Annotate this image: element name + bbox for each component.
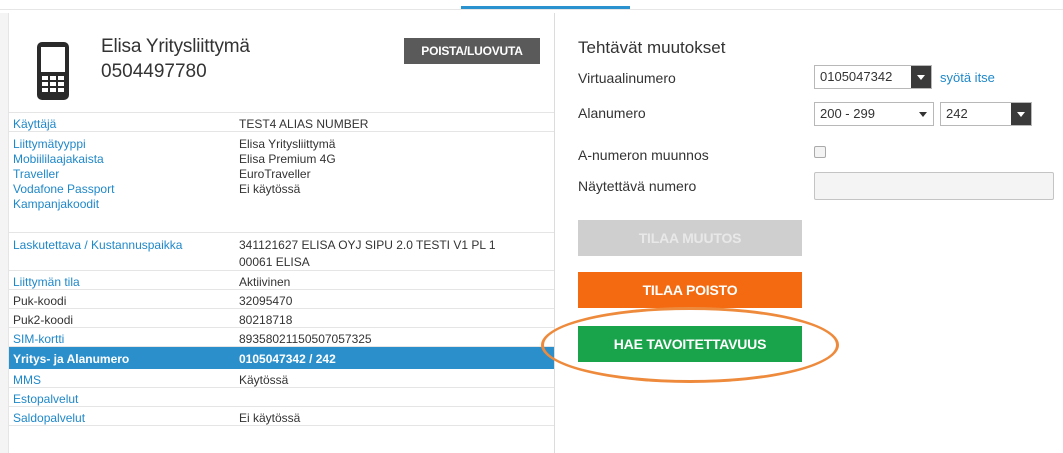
remove-transfer-button[interactable]: POISTA/LUOVUTA [404,38,540,64]
row-label-link[interactable]: Vodafone Passport [13,182,114,197]
row-label-link[interactable]: Traveller [13,167,114,182]
row-value: 80218718 [239,313,292,328]
chevron-down-icon [1011,103,1031,125]
order-change-button[interactable]: TILAA MUUTOS [578,220,802,256]
fetch-reachability-button[interactable]: HAE TAVOITETTAVUUS [578,326,802,362]
row-value-line: 341121627 ELISA OYJ SIPU 2.0 TESTI V1 PL… [239,238,496,252]
sub-number-label: Alanumero [578,105,646,121]
order-removal-button[interactable]: TILAA POISTO [578,272,802,308]
active-tab-indicator [461,6,630,9]
display-number-field[interactable] [814,172,1054,200]
sub-number-value: 242 [946,106,968,121]
subscription-name: Elisa Yritysliittymä [101,36,250,57]
row-label-text: Puk-koodi [13,294,67,308]
row-value-line: Elisa Yritysliittymä [239,137,336,151]
chevron-down-icon [911,66,931,88]
virtual-number-value: 0105047342 [820,69,893,84]
changes-panel: Tehtävät muutokset Virtuaalinumero 01050… [541,13,1063,453]
row-label: Saldopalvelut [13,411,85,426]
row-value-line: Ei käytössä [239,411,301,425]
row-value: Aktiivinen [239,275,290,290]
row-label: Käyttäjä [13,117,56,132]
row-value: Ei käytössä [239,411,300,426]
table-row[interactable]: Puk2-koodi 80218718 [9,309,554,328]
number-conversion-checkbox[interactable] [814,146,826,158]
row-value-line: EuroTraveller [239,167,311,181]
row-label-link[interactable]: Kampanjakoodit [13,197,114,212]
chevron-down-icon [919,112,927,117]
row-value-line: Käytössä [239,373,289,387]
virtual-number-label: Virtuaalinumero [578,70,676,86]
enter-manually-link[interactable]: syötä itse [940,70,995,85]
sub-number-range-select[interactable]: 200 - 299 [814,102,934,126]
row-label-text: Puk2-koodi [13,313,74,327]
row-label-link[interactable]: Mobiililaajakaista [13,152,114,167]
row-label: Liittymätyyppi Mobiililaajakaista Travelle… [13,137,114,212]
row-value-line: 89358021150507057325 [239,332,372,346]
row-label: Liittymän tila [13,275,80,290]
row-label-link[interactable]: Saldopalvelut [13,411,85,426]
row-label-link[interactable]: Liittymän tila [13,275,80,290]
row-label-link[interactable]: Käyttäjä [13,117,56,132]
row-label-link[interactable]: MMS [13,373,41,388]
table-row[interactable]: Liittymätyyppi Mobiililaajakaista Travelle… [9,132,554,233]
row-value-line: 00061 ELISA [239,255,310,269]
row-label: Puk-koodi [13,294,66,309]
changes-title: Tehtävät muutokset [578,38,726,57]
table-row[interactable]: Puk-koodi 32095470 [9,290,554,309]
row-label: Laskutettava / Kustannuspaikka [13,238,182,253]
row-value: 341121627 ELISA OYJ SIPU 2.0 TESTI V1 PL… [239,238,496,272]
row-label: SIM-kortti [13,332,64,347]
row-value: 89358021150507057325 [239,332,372,347]
row-value: TEST4 ALIAS NUMBER [239,117,368,132]
number-conversion-label: A-numeron muunnos [578,147,709,163]
table-row-selected[interactable]: Yritys- ja Alanumero 0105047342 / 242 [9,347,554,369]
details-table: Käyttäjä TEST4 ALIAS NUMBER Liittymätyyppi… [9,113,554,426]
row-label: Puk2-koodi [13,313,73,328]
row-value: 0105047342 / 242 [239,352,336,367]
row-value-line: Aktiivinen [239,275,291,289]
row-value-line: 80218718 [239,313,293,327]
row-label: MMS [13,373,41,388]
row-label: Yritys- ja Alanumero [13,352,129,367]
row-label-link[interactable]: Liittymätyyppi [13,137,114,152]
row-value-line: Elisa Premium 4G [239,152,336,166]
top-navigation-bar [0,0,1063,10]
virtual-number-select[interactable]: 0105047342 [814,65,932,89]
table-row[interactable]: Estopalvelut [9,388,554,407]
row-label: Estopalvelut [13,392,78,407]
subscription-card: Elisa Yritysliittymä 0504497780 POISTA/L… [8,13,554,453]
sub-number-range-value: 200 - 299 [820,106,875,121]
row-label-link[interactable]: SIM-kortti [13,332,64,347]
row-value: Käytössä [239,373,288,388]
row-label-link[interactable]: Estopalvelut [13,392,78,407]
row-value-line: TEST4 ALIAS NUMBER [239,117,369,131]
table-row[interactable]: Laskutettava / Kustannuspaikka 341121627 … [9,233,554,272]
subscription-header: Elisa Yritysliittymä 0504497780 POISTA/L… [9,13,554,113]
display-number-label: Näytettävä numero [578,178,697,194]
subscription-details-panel: Elisa Yritysliittymä 0504497780 POISTA/L… [0,13,555,453]
row-value: 32095470 [239,294,292,309]
mobile-phone-icon [37,42,69,100]
row-value: Elisa Yritysliittymä Elisa Premium 4G Euro… [239,137,336,212]
table-row[interactable]: SIM-kortti 89358021150507057325 [9,328,554,347]
row-value-line [239,197,336,212]
table-row[interactable]: Liittymän tila Aktiivinen [9,271,554,290]
row-label-text: Yritys- ja Alanumero [13,352,130,366]
subscription-number: 0504497780 [101,61,207,82]
table-row[interactable]: Saldopalvelut Ei käytössä [9,407,554,426]
table-row[interactable]: Käyttäjä TEST4 ALIAS NUMBER [9,113,554,132]
table-row[interactable]: MMS Käytössä [9,369,554,388]
row-value-line: 0105047342 / 242 [239,352,336,366]
sub-number-select[interactable]: 242 [940,102,1032,126]
row-label-link[interactable]: Laskutettava / Kustannuspaikka [13,238,182,253]
row-value-line: 32095470 [239,294,293,308]
row-value-line: Ei käytössä [239,182,301,196]
